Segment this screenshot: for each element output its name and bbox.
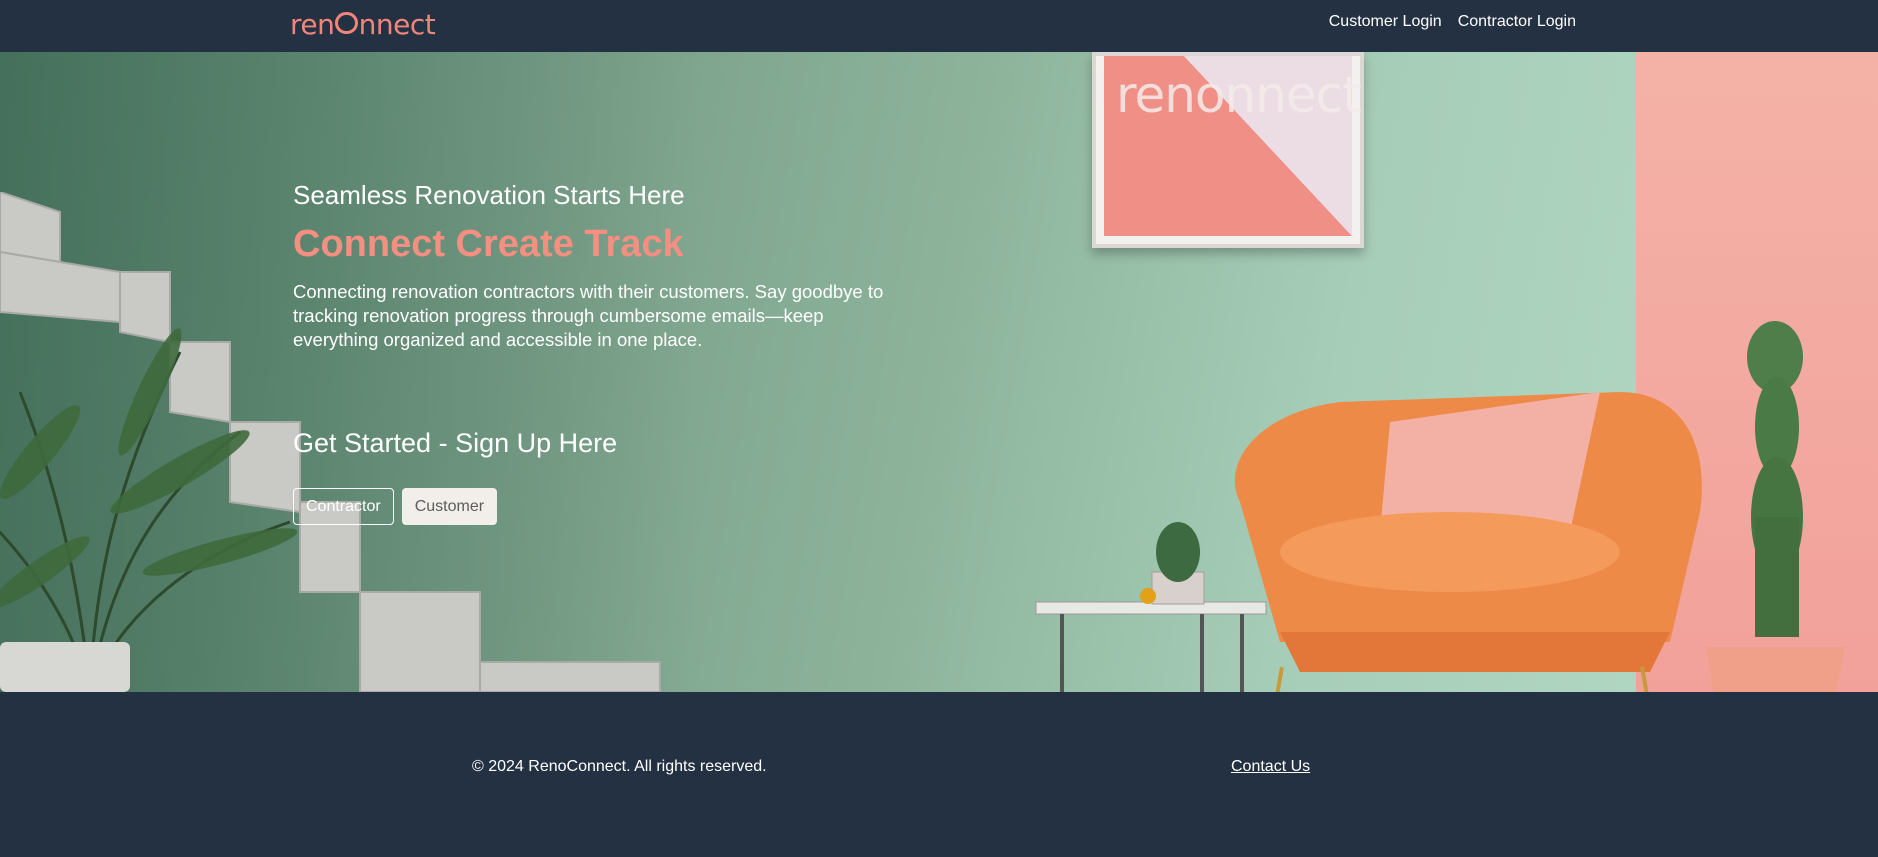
framed-artwork: renonnect (1092, 52, 1364, 248)
cactus-illustration (1705, 321, 1845, 692)
nav-links: Customer Login Contractor Login (1329, 13, 1576, 31)
contact-us-link[interactable]: Contact Us (1231, 758, 1310, 776)
hero-description: Connecting renovation contractors with t… (293, 281, 884, 350)
customer-signup-button[interactable]: Customer (401, 488, 498, 525)
hero-headline: Connect Create Track (293, 223, 684, 265)
logo-ring-icon (335, 11, 358, 34)
hero-eyebrow: Seamless Renovation Starts Here (293, 180, 685, 210)
brand-logo[interactable]: ren nnect (290, 8, 436, 41)
copyright-text: © 2024 RenoConnect. All rights reserved. (472, 758, 767, 775)
signup-buttons: Contractor Customer (293, 488, 498, 525)
frame-logo-text: renonnect (1116, 66, 1362, 124)
top-navbar: ren nnect Customer Login Contractor Login (0, 0, 1878, 52)
signup-title: Get Started - Sign Up Here (293, 428, 618, 458)
contractor-login-link[interactable]: Contractor Login (1458, 13, 1576, 31)
armchair-illustration (1234, 392, 1702, 692)
logo-text-start: ren (290, 8, 335, 41)
customer-login-link[interactable]: Customer Login (1329, 13, 1442, 31)
contractor-signup-button[interactable]: Contractor (293, 488, 394, 525)
logo-text-end: nnect (358, 8, 436, 41)
hero-section: renonnect Seamless Renovation Starts Her… (0, 52, 1878, 692)
hero-content: Seamless Renovation Starts Here Connect … (293, 180, 913, 352)
page-footer: © 2024 RenoConnect. All rights reserved.… (0, 692, 1878, 857)
